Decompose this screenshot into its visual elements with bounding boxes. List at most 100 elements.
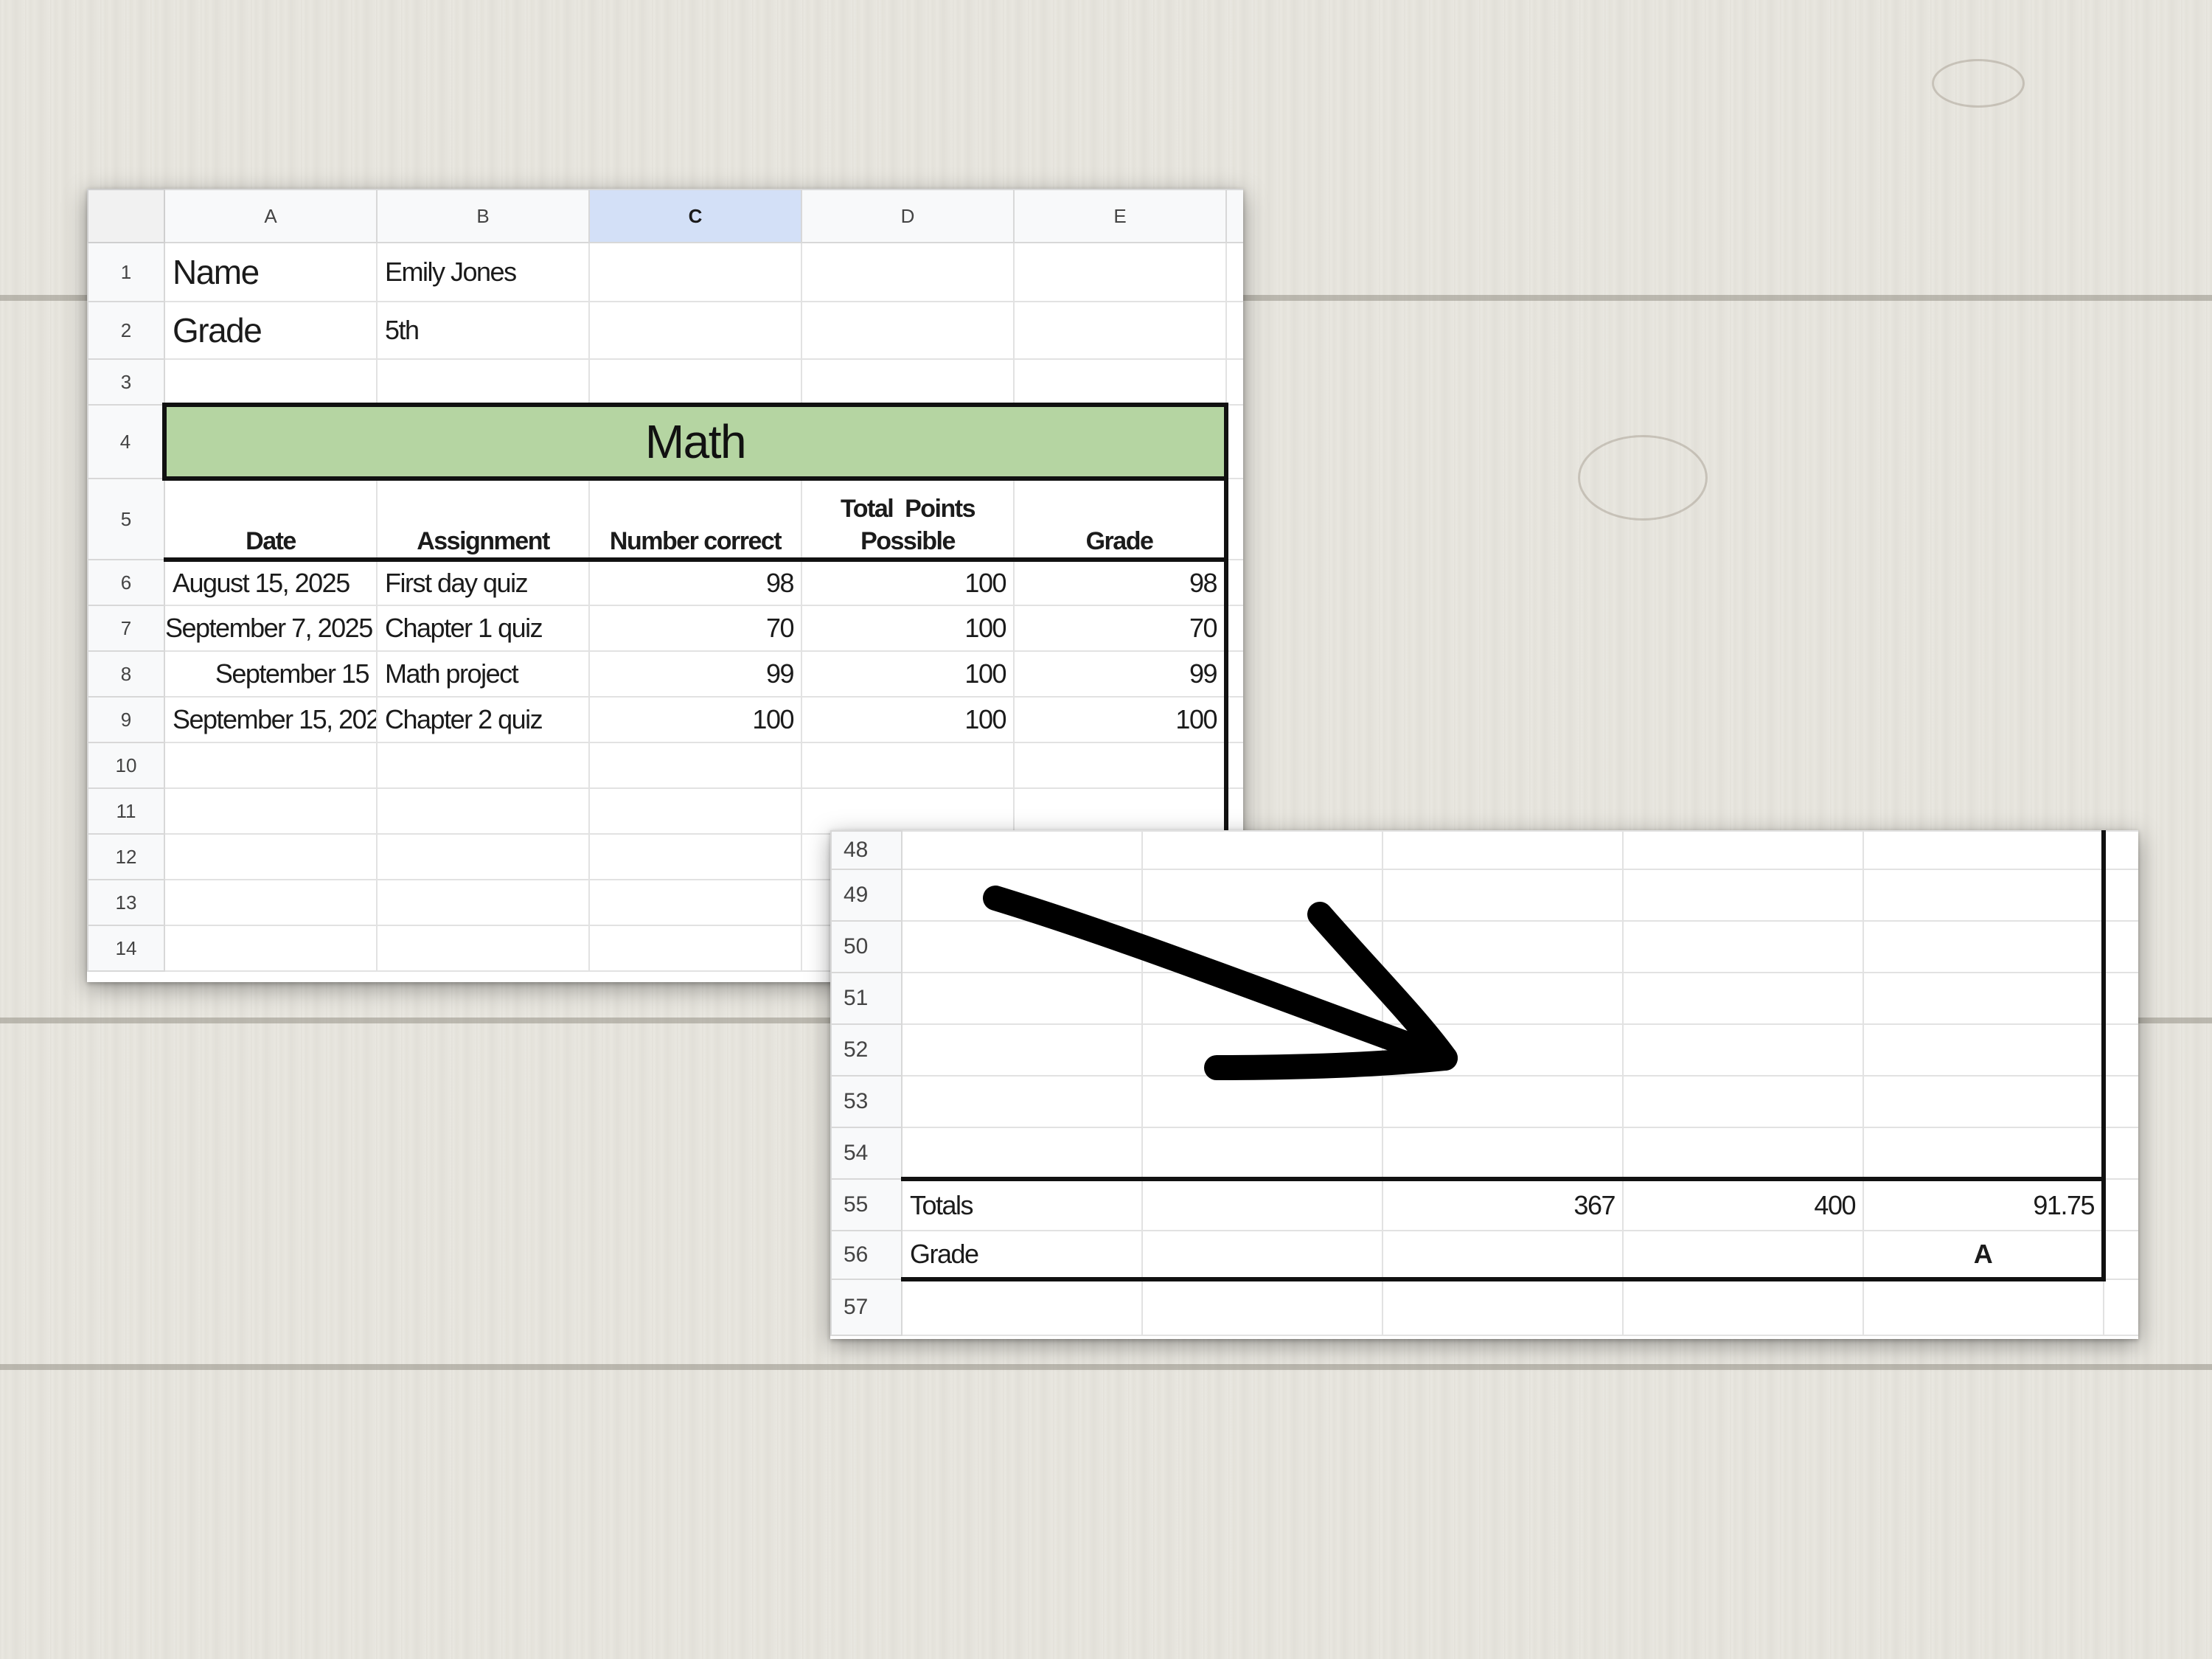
date-cell[interactable]: September 15, 2025: [164, 696, 378, 743]
select-all-corner[interactable]: [87, 189, 165, 243]
cell[interactable]: [1013, 242, 1227, 302]
cell[interactable]: [1382, 830, 1624, 870]
cell[interactable]: [376, 925, 590, 972]
cell[interactable]: [1013, 787, 1228, 835]
cell[interactable]: [588, 787, 802, 835]
cell[interactable]: [1225, 301, 1243, 360]
cell[interactable]: [1225, 787, 1243, 835]
cell[interactable]: [1225, 605, 1243, 652]
cell[interactable]: [1622, 1023, 1864, 1077]
cell[interactable]: [2103, 1075, 2138, 1128]
cell[interactable]: [2103, 972, 2138, 1025]
cell[interactable]: [588, 742, 802, 789]
row-number[interactable]: 5: [87, 478, 165, 560]
row-number[interactable]: 7: [87, 605, 165, 652]
header-total-points[interactable]: Total Points Possible: [801, 478, 1015, 562]
row-number[interactable]: 14: [87, 925, 165, 972]
cell[interactable]: [801, 742, 1015, 789]
cell[interactable]: [1225, 404, 1243, 479]
cell[interactable]: [1013, 301, 1227, 360]
column-header-c[interactable]: C: [588, 189, 802, 243]
possible-cell[interactable]: 100: [801, 650, 1015, 698]
header-date[interactable]: Date: [164, 478, 378, 562]
column-header-d[interactable]: D: [801, 189, 1015, 243]
cell[interactable]: [1863, 1075, 2106, 1128]
totals-correct[interactable]: 367: [1382, 1177, 1624, 1231]
cell[interactable]: [376, 833, 590, 880]
header-number-correct[interactable]: Number correct: [588, 478, 802, 562]
row-number[interactable]: 10: [87, 742, 165, 789]
cell[interactable]: [1863, 972, 2106, 1025]
cell[interactable]: [164, 358, 378, 406]
cell[interactable]: [588, 242, 802, 302]
correct-cell[interactable]: 100: [588, 696, 802, 743]
row-number[interactable]: 3: [87, 358, 165, 406]
row-number[interactable]: 51: [830, 972, 902, 1025]
grade-value[interactable]: 5th: [376, 301, 590, 360]
cell[interactable]: [1863, 869, 2106, 922]
cell[interactable]: [1141, 1230, 1383, 1281]
date-cell[interactable]: September 7, 2025: [164, 605, 378, 652]
cell[interactable]: [164, 879, 378, 926]
correct-cell[interactable]: 98: [588, 559, 802, 606]
cell[interactable]: [1622, 869, 1864, 922]
row-number[interactable]: 13: [87, 879, 165, 926]
row-number[interactable]: 53: [830, 1075, 902, 1128]
cell[interactable]: [1225, 478, 1243, 560]
row-number[interactable]: 54: [830, 1127, 902, 1180]
cell[interactable]: [1225, 650, 1243, 698]
assignment-cell[interactable]: First day quiz: [376, 559, 590, 606]
cell[interactable]: [1622, 1075, 1864, 1128]
grade-cell[interactable]: 100: [1013, 696, 1228, 743]
correct-cell[interactable]: 99: [588, 650, 802, 698]
cell[interactable]: [2103, 1279, 2138, 1336]
cell[interactable]: [588, 879, 802, 926]
cell[interactable]: [1863, 920, 2106, 973]
cell[interactable]: [376, 787, 590, 835]
cell[interactable]: [1863, 1127, 2106, 1180]
cell[interactable]: [1622, 830, 1864, 870]
row-number[interactable]: 56: [830, 1230, 902, 1280]
cell[interactable]: [1863, 1279, 2104, 1336]
column-header-e[interactable]: E: [1013, 189, 1227, 243]
column-header-a[interactable]: A: [164, 189, 378, 243]
row-number[interactable]: 49: [830, 869, 902, 922]
header-assignment[interactable]: Assignment: [376, 478, 590, 562]
cell[interactable]: [1863, 830, 2106, 870]
cell[interactable]: [164, 787, 378, 835]
row-number[interactable]: 12: [87, 833, 165, 880]
row-number[interactable]: 8: [87, 650, 165, 698]
cell[interactable]: [1141, 830, 1383, 870]
cell[interactable]: [2103, 1127, 2138, 1180]
possible-cell[interactable]: 100: [801, 605, 1015, 652]
cell[interactable]: [2103, 1023, 2138, 1077]
cell[interactable]: [1225, 696, 1243, 743]
cell[interactable]: [2103, 1230, 2138, 1280]
grade-cell[interactable]: 98: [1013, 559, 1228, 606]
cell[interactable]: [588, 833, 802, 880]
cell[interactable]: [1225, 358, 1243, 406]
totals-label[interactable]: Totals: [901, 1177, 1143, 1231]
row-number[interactable]: 50: [830, 920, 902, 973]
cell[interactable]: [1622, 1127, 1864, 1180]
cell[interactable]: [1013, 742, 1228, 789]
grade-cell[interactable]: 70: [1013, 605, 1228, 652]
cell[interactable]: [588, 925, 802, 972]
row-number[interactable]: 9: [87, 696, 165, 743]
cell[interactable]: [2103, 920, 2138, 973]
totals-grade[interactable]: 91.75: [1863, 1177, 2106, 1231]
cell[interactable]: [1622, 1279, 1864, 1336]
column-header-f[interactable]: [1225, 189, 1243, 243]
row-number[interactable]: 11: [87, 787, 165, 835]
cell[interactable]: [164, 742, 378, 789]
cell[interactable]: [1013, 358, 1227, 406]
cell[interactable]: [901, 1127, 1143, 1180]
row-number[interactable]: 2: [87, 301, 165, 360]
assignment-cell[interactable]: Chapter 2 quiz: [376, 696, 590, 743]
cell[interactable]: [1225, 242, 1243, 302]
correct-cell[interactable]: 70: [588, 605, 802, 652]
cell[interactable]: [2103, 1178, 2138, 1231]
cell[interactable]: [376, 742, 590, 789]
cell[interactable]: [801, 787, 1015, 835]
assignment-cell[interactable]: Chapter 1 quiz: [376, 605, 590, 652]
